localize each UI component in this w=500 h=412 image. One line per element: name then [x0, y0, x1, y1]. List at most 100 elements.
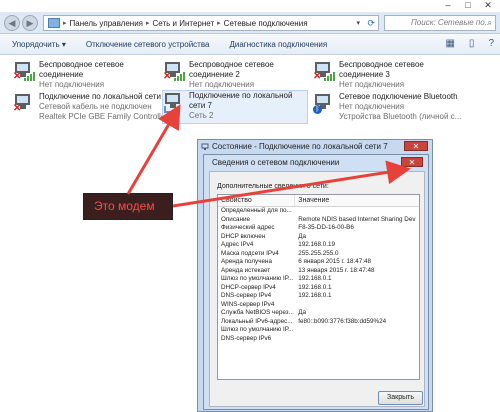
- table-row[interactable]: Служба NetBIOS через... Да: [218, 309, 419, 318]
- bluetooth-network-icon: ᛒ: [313, 92, 335, 114]
- table-row[interactable]: WINS-сервер IPv4: [218, 301, 419, 310]
- property-cell: DNS-сервер IPv4: [221, 292, 272, 299]
- table-row[interactable]: Шлюз по умолчанию IP...: [218, 326, 419, 335]
- connection-item-wireless-3[interactable]: ✕ Беспроводное сетевое соединение 3 Нет …: [313, 60, 453, 92]
- column-header-property[interactable]: Свойство: [218, 195, 296, 206]
- connection-name: Беспроводное сетевое соединение: [39, 60, 124, 79]
- breadcrumb-control-panel[interactable]: Панель управления: [70, 19, 144, 28]
- connection-status: Нет подключения: [339, 80, 405, 89]
- value-cell: Да: [298, 232, 307, 240]
- maximize-icon[interactable]: □: [462, 0, 474, 10]
- connection-name: Беспроводное сетевое соединение 2: [189, 60, 274, 79]
- close-icon[interactable]: ✕: [482, 0, 494, 10]
- breadcrumb-network-internet[interactable]: Сеть и Интернет: [153, 19, 215, 28]
- value-cell: 13 января 2015 г. 18:47:48: [298, 266, 375, 274]
- table-row[interactable]: Определенный для по...: [218, 207, 419, 216]
- chevron-down-icon[interactable]: ▾: [356, 19, 360, 27]
- close-icon[interactable]: ✕: [401, 157, 423, 167]
- connection-status: Нет подключения: [339, 102, 405, 111]
- details-table[interactable]: Свойство Значение Определенный для по...…: [217, 194, 420, 380]
- value-cell: 6 января 2015 г. 18:47:48: [298, 258, 372, 265]
- table-row[interactable]: DHCP включен Да: [218, 233, 419, 242]
- table-rows: Определенный для по... Описание Remote NDI…: [218, 207, 419, 343]
- table-row[interactable]: Физический адрес F8-35-DD-16-00-B6: [218, 224, 419, 233]
- help-icon[interactable]: ?: [488, 38, 494, 49]
- details-dialog-title: Сведения о сетевом подключении: [212, 158, 340, 167]
- details-dialog: Сведения о сетевом подключении ✕ Дополни…: [203, 154, 429, 410]
- disconnected-icon: ✕: [313, 71, 322, 82]
- connection-status: Нет подключения: [39, 80, 105, 89]
- signal-bars-icon: [174, 72, 185, 81]
- connection-item-wireless-2[interactable]: ✕ Беспроводное сетевое соединение 2 Нет …: [163, 60, 303, 92]
- connection-device: Устройства Bluetooth (личной с...: [339, 112, 462, 121]
- table-row[interactable]: Аренда истекает 13 января 2015 г. 18:47:4…: [218, 267, 419, 276]
- property-cell: Шлюз по умолчанию IP...: [221, 275, 294, 282]
- wireless-network-icon: ✕: [313, 60, 335, 82]
- command-bar: Упорядочить ▾ Отключение сетевого устрой…: [0, 35, 500, 55]
- connection-item-lan[interactable]: ✕ Подключение по локальной сети Сетевой …: [13, 92, 168, 128]
- back-arrow-icon[interactable]: ◀: [4, 15, 20, 31]
- window-controls: – □ ✕: [442, 0, 494, 10]
- value-cell: 192.168.0.1: [298, 292, 332, 299]
- property-cell: WINS-сервер IPv4: [221, 300, 275, 308]
- preview-pane-icon[interactable]: ▯: [469, 38, 475, 49]
- connection-name: Подключение по локальной сети 7: [189, 91, 293, 110]
- property-cell: Аренда истекает: [221, 266, 271, 274]
- view-controls: ▦ ▯ ?: [445, 38, 494, 49]
- connection-item-bluetooth[interactable]: ᛒ Сетевое подключение Bluetooth Нет подк…: [313, 92, 493, 128]
- table-row[interactable]: Маска подсети IPv4 255.255.255.0: [218, 250, 419, 259]
- cable-icon: [164, 106, 174, 113]
- value-cell: [295, 301, 419, 310]
- table-row[interactable]: Описание Remote NDIS based Internet Shari…: [218, 216, 419, 225]
- property-cell: DHCP-сервер IPv4: [221, 283, 276, 291]
- connection-item-wireless-1[interactable]: ✕ Беспроводное сетевое соединение Нет по…: [13, 60, 153, 92]
- table-row[interactable]: Локальный IPv6-адрес... fe80::b090:3776:f…: [218, 318, 419, 327]
- wireless-network-icon: ✕: [13, 60, 35, 82]
- value-cell: 192.168.0.19: [298, 241, 336, 248]
- search-input[interactable]: Поиск: Сетевые по... ⌕: [384, 15, 496, 31]
- value-cell: 192.168.0.1: [298, 283, 332, 291]
- organize-button[interactable]: Упорядочить ▾: [12, 40, 66, 49]
- signal-bars-icon: [324, 72, 335, 81]
- minimize-icon[interactable]: –: [442, 0, 454, 10]
- value-cell: F8-35-DD-16-00-B6: [298, 224, 354, 231]
- close-icon[interactable]: ✕: [404, 141, 428, 151]
- view-options-icon[interactable]: ▦: [445, 38, 454, 49]
- property-cell: Определенный для по...: [221, 207, 292, 214]
- wired-network-icon: [163, 91, 185, 113]
- property-cell: Аренда получена: [221, 258, 272, 265]
- wired-network-icon: ✕: [13, 92, 35, 114]
- table-row[interactable]: DHCP-сервер IPv4 192.168.0.1: [218, 284, 419, 293]
- address-bar[interactable]: ▸ Панель управления ▸ Сеть и Интернет ▸ …: [43, 15, 379, 31]
- network-status-icon: [201, 143, 209, 150]
- table-row[interactable]: Шлюз по умолчанию IP... 192.168.0.1: [218, 275, 419, 284]
- details-section-label: Дополнительные сведения о сети:: [217, 183, 329, 190]
- disconnected-icon: ✕: [13, 103, 22, 114]
- connection-item-lan-7[interactable]: Подключение по локальной сети 7 Сеть 2: [162, 90, 308, 124]
- search-icon[interactable]: ⌕: [488, 16, 492, 30]
- value-cell: Remote NDIS based Internet Sharing Dev: [298, 215, 416, 223]
- forward-arrow-icon[interactable]: ▶: [22, 15, 38, 31]
- breadcrumb-network-connections[interactable]: Сетевые подключения: [224, 19, 308, 28]
- table-row[interactable]: Аренда получена 6 января 2015 г. 18:47:48: [218, 258, 419, 267]
- value-cell: 255.255.255.0: [298, 249, 339, 257]
- table-row[interactable]: DNS-сервер IPv4 192.168.0.1: [218, 292, 419, 301]
- table-row[interactable]: Адрес IPv4 192.168.0.19: [218, 241, 419, 250]
- column-header-value[interactable]: Значение: [295, 195, 419, 206]
- connection-status: Сетевой кабель не подключен: [39, 102, 152, 111]
- window-titlebar: – □ ✕: [0, 0, 500, 12]
- status-dialog-title: Состояние - Подключение по локальной сет…: [212, 142, 388, 151]
- chevron-right-icon: ▸: [146, 20, 150, 27]
- diagnose-button[interactable]: Диагностика подключения: [229, 40, 327, 49]
- refresh-icon[interactable]: ⟳: [367, 18, 375, 29]
- annotation-text: Это модем: [94, 199, 155, 213]
- value-cell: Да: [298, 309, 307, 316]
- property-cell: Локальный IPv6-адрес...: [221, 317, 293, 325]
- connection-status: Сеть 2: [189, 111, 214, 120]
- table-row[interactable]: DNS-сервер IPv6: [218, 335, 419, 344]
- property-cell: Служба NetBIOS через...: [221, 309, 294, 316]
- disable-device-button[interactable]: Отключение сетевого устройства: [86, 40, 210, 49]
- close-button[interactable]: Закрыть: [378, 391, 423, 405]
- property-cell: Маска подсети IPv4: [221, 249, 279, 257]
- bluetooth-icon: ᛒ: [313, 105, 322, 114]
